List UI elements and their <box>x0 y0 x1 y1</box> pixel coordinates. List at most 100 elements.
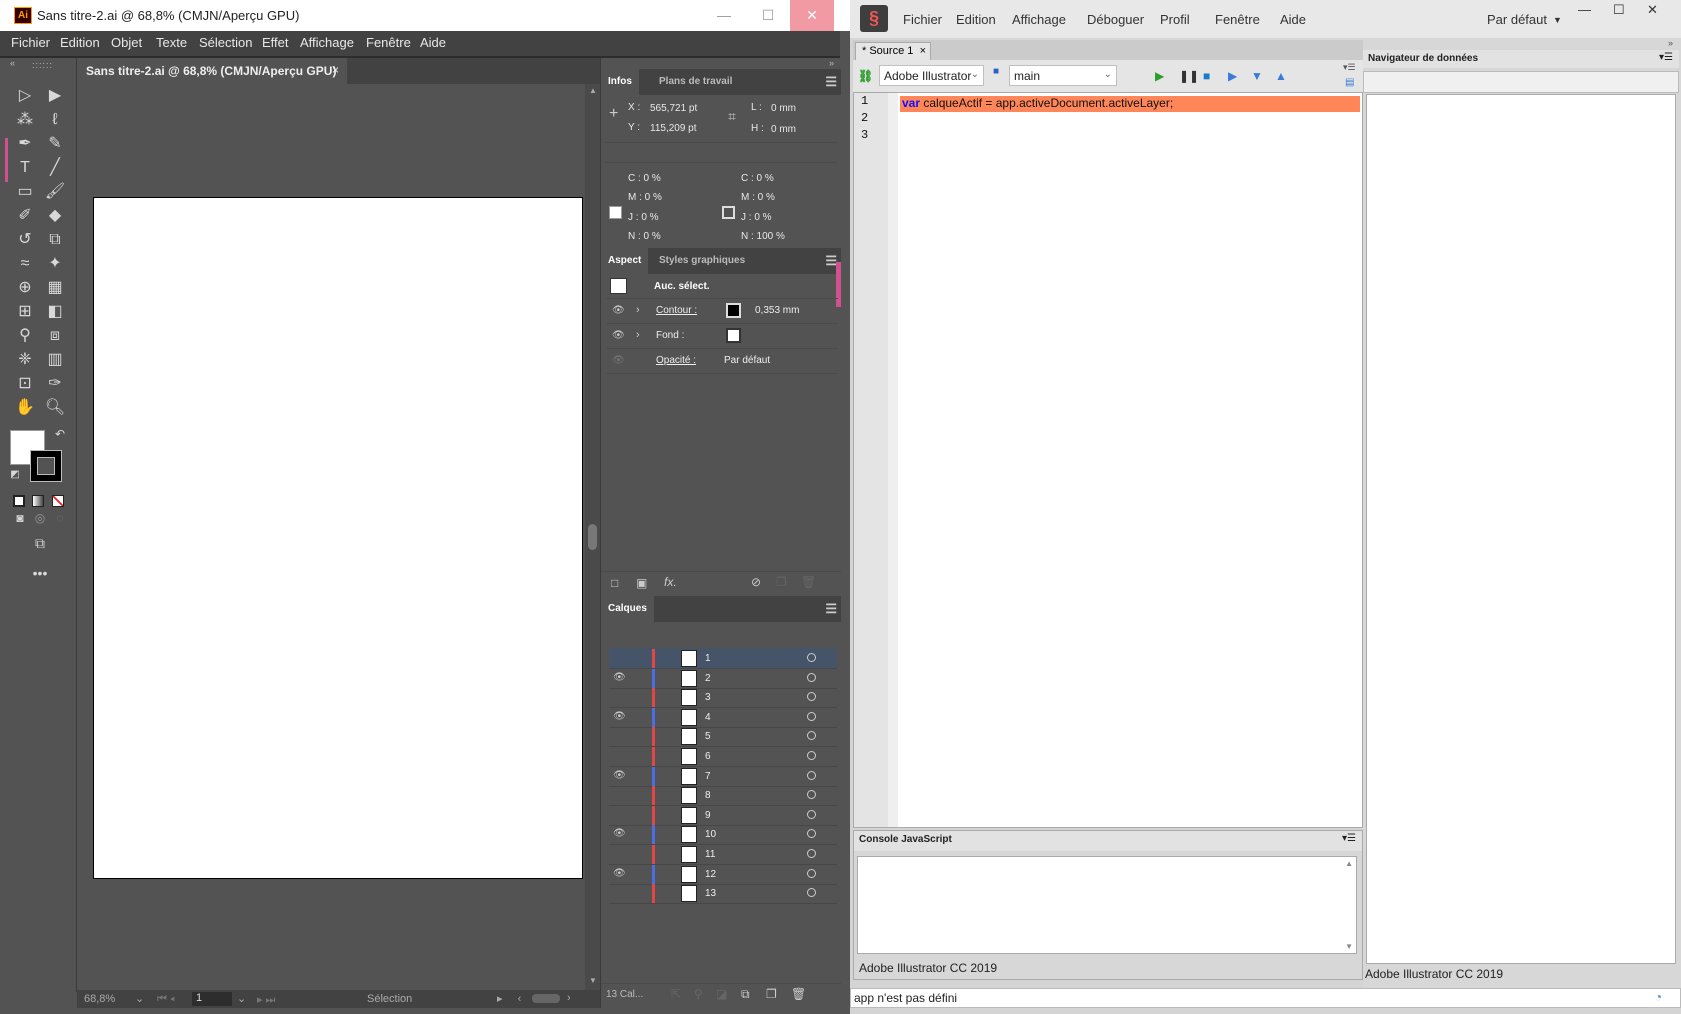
target-circle-icon[interactable] <box>807 849 816 858</box>
target-circle-icon[interactable] <box>807 809 816 819</box>
eye-icon[interactable]: 👁︎ <box>612 305 625 316</box>
estk-menu-aide[interactable]: Aide <box>1280 12 1306 27</box>
eye-icon[interactable]: 👁︎ <box>613 711 626 722</box>
lasso-tool-icon[interactable]: ℓ <box>42 109 68 131</box>
layer-row[interactable]: 👁︎ 4 <box>609 707 837 728</box>
tab-aspect[interactable]: Aspect <box>601 248 649 274</box>
selection-tool-icon[interactable]: ▷ <box>12 85 38 107</box>
collapse-toolbar-icon[interactable]: «:::::: <box>0 58 77 72</box>
run-icon[interactable]: ▶ <box>1155 69 1164 83</box>
column-graph-tool-icon[interactable]: ▥ <box>42 349 68 371</box>
symbol-sprayer-tool-icon[interactable]: ❈ <box>12 349 38 371</box>
close-button[interactable]: ✕ <box>790 0 834 31</box>
step-over-icon[interactable]: ▶ <box>1228 69 1237 83</box>
eye-icon[interactable]: 👁︎ <box>613 672 626 683</box>
menu-affichage[interactable]: Affichage <box>300 35 354 50</box>
workspace-switcher[interactable]: Par défaut <box>1487 12 1547 27</box>
layer-row[interactable]: 8 <box>609 785 837 807</box>
layer-row[interactable]: 11 <box>609 844 837 865</box>
artboard[interactable] <box>93 197 583 879</box>
contour-width[interactable]: 0,353 mm <box>755 305 799 316</box>
code-editor[interactable]: 1 2 3 var calqueActif = app.activeDocume… <box>853 92 1363 828</box>
menu-aide[interactable]: Aide <box>420 35 446 50</box>
direct-selection-tool-icon[interactable]: ▶ <box>42 85 68 107</box>
layer-name[interactable]: 5 <box>705 731 711 742</box>
tab-plans-de-travail[interactable]: Plans de travail <box>659 76 732 87</box>
eye-icon[interactable]: 👁︎ <box>613 868 626 879</box>
vertical-scrollbar[interactable]: ▲ ▼ <box>585 84 600 990</box>
hand-tool-icon[interactable]: ✋ <box>12 397 38 419</box>
expand-chevron-icon[interactable]: › <box>636 329 640 341</box>
slice-tool-icon[interactable]: ✑ <box>42 373 68 395</box>
layer-name[interactable]: 1 <box>705 653 711 664</box>
stop-icon[interactable]: ■ <box>1203 69 1210 83</box>
magic-wand-tool-icon[interactable]: ⁂ <box>12 109 38 131</box>
scroll-up-icon[interactable]: ▲ <box>1345 859 1353 868</box>
clipping-mask-icon[interactable]: ◪ <box>716 987 727 1001</box>
tab-styles-graphiques[interactable]: Styles graphiques <box>659 255 745 266</box>
status-menu-icon[interactable]: ▸ ‹ <box>497 992 527 1005</box>
artboard-tool-icon[interactable]: ⊡ <box>12 373 38 395</box>
target-circle-icon[interactable] <box>807 829 816 839</box>
expand-panels-icon[interactable]: » <box>829 58 834 68</box>
layer-row[interactable]: 1 <box>609 648 837 669</box>
scroll-right-icon[interactable]: › <box>567 992 571 1004</box>
fond-label[interactable]: Fond : <box>656 330 684 341</box>
menu-texte[interactable]: Texte <box>156 35 187 50</box>
data-browser-tree[interactable] <box>1366 94 1676 964</box>
swap-colors-icon[interactable]: ↶ <box>47 423 73 445</box>
delete-layer-icon[interactable]: 🗑︎ <box>791 987 806 1001</box>
layer-row[interactable]: 9 <box>609 805 837 826</box>
collapse-panel-icon[interactable]: » <box>1668 38 1673 48</box>
menu-selection[interactable]: Sélection <box>199 35 252 50</box>
scale-tool-icon[interactable]: ⧉ <box>42 229 68 251</box>
aspect-fond-row[interactable]: 👁︎ › Fond : <box>606 324 838 349</box>
panel-menu-icon[interactable]: ☰ <box>825 74 837 90</box>
close-tab-icon[interactable]: × <box>332 63 339 77</box>
layer-name[interactable]: 8 <box>705 790 711 801</box>
target-circle-icon[interactable] <box>807 868 816 878</box>
estk-menu-profil[interactable]: Profil <box>1160 12 1190 27</box>
estk-close-button[interactable]: ✕ <box>1647 2 1658 18</box>
menu-fenetre[interactable]: Fenêtre <box>366 35 411 50</box>
duplicate-icon[interactable]: ❐ <box>776 575 787 589</box>
draw-inside-icon[interactable]: ◌ <box>47 507 73 529</box>
estk-menu-fichier[interactable]: Fichier <box>903 12 942 27</box>
estk-maximize-button[interactable]: ☐ <box>1613 2 1625 18</box>
menu-effet[interactable]: Effet <box>262 35 289 50</box>
contour-label[interactable]: Contour : <box>656 305 697 316</box>
aspect-opacity-row[interactable]: 👁︎ Opacité : Par défaut <box>606 349 838 374</box>
target-engine-select[interactable]: main ⌄ <box>1009 65 1117 86</box>
estk-minimize-button[interactable]: — <box>1578 2 1591 17</box>
layer-row[interactable]: 👁︎ 10 <box>609 824 837 846</box>
layer-name[interactable]: 6 <box>705 751 711 762</box>
new-layer-icon[interactable]: ❐ <box>766 987 777 1001</box>
layer-row[interactable]: 6 <box>609 746 837 767</box>
opacity-label[interactable]: Opacité : <box>656 355 696 366</box>
console-output[interactable]: ▲ ▼ <box>857 856 1357 954</box>
target-circle-icon[interactable] <box>807 790 816 800</box>
panel-options-icon[interactable]: ▾☰ <box>1659 52 1673 63</box>
scroll-down-icon[interactable]: ▼ <box>589 976 597 985</box>
close-source-tab-icon[interactable]: × <box>920 45 926 57</box>
curvature-tool-icon[interactable]: ✎ <box>42 133 68 155</box>
default-colors-icon[interactable]: ◩ <box>2 464 28 486</box>
locate-object-icon[interactable]: ⚲ <box>694 987 703 1001</box>
minimize-button[interactable]: — <box>702 0 746 31</box>
estk-menu-affichage[interactable]: Affichage <box>1012 12 1066 27</box>
shaper-tool-icon[interactable]: ✐ <box>12 205 38 227</box>
panel-options-icon[interactable]: ▾☰ <box>1343 62 1356 73</box>
target-app-select[interactable]: Adobe Illustrator ⌄ <box>879 65 984 86</box>
estk-menu-fenetre[interactable]: Fenêtre <box>1215 12 1260 27</box>
artboard-nav-next-icon[interactable]: ▸⏭ <box>257 993 278 1007</box>
layer-name[interactable]: 3 <box>705 692 711 703</box>
eyedropper-tool-icon[interactable]: ⚲ <box>12 325 38 347</box>
export-icon[interactable]: ⇱ <box>671 987 681 1001</box>
line-tool-icon[interactable]: ╱ <box>42 157 68 179</box>
scroll-up-icon[interactable]: ▲ <box>589 86 597 95</box>
layer-name[interactable]: 9 <box>705 810 711 821</box>
zoom-dropdown-icon[interactable]: ⌄ <box>135 992 144 1005</box>
add-stroke-icon[interactable]: □ <box>611 576 618 590</box>
layer-name[interactable]: 4 <box>705 712 711 723</box>
artboard-dropdown-icon[interactable]: ⌄ <box>237 992 246 1005</box>
